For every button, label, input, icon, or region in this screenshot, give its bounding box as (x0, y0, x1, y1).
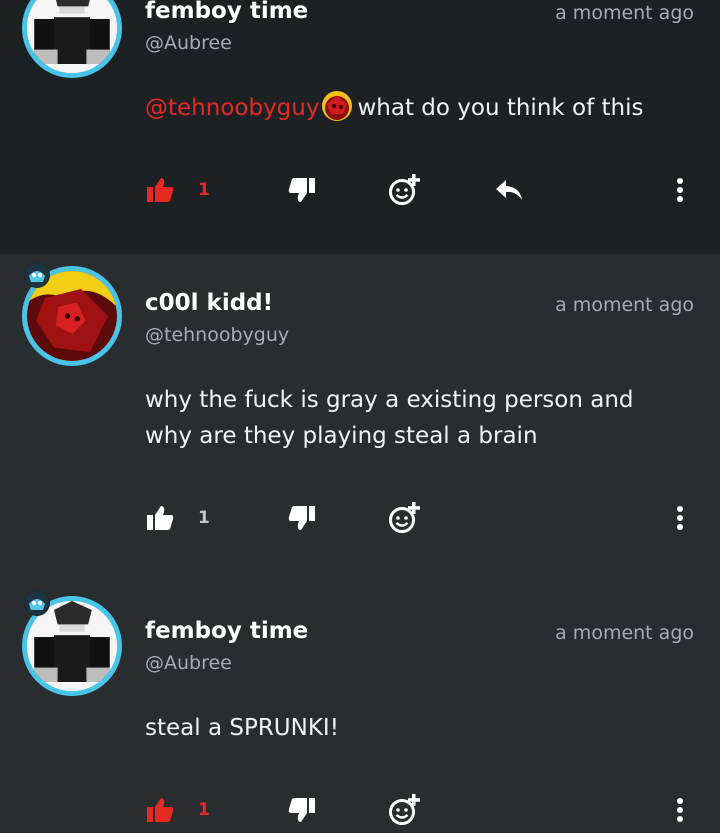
mention-link[interactable]: @tehnoobyguy (145, 95, 319, 121)
comment-time: a moment ago (555, 622, 694, 644)
add-reaction-button[interactable] (388, 498, 422, 538)
comment-actions: 1 (0, 790, 720, 830)
like-count: 1 (198, 800, 210, 820)
like-count: 1 (198, 180, 210, 200)
comment-author[interactable]: femboy time (145, 618, 308, 644)
dislike-button[interactable] (288, 790, 316, 830)
avatar[interactable] (22, 0, 122, 78)
comment-time: a moment ago (555, 2, 694, 24)
more-options-icon (676, 505, 684, 531)
dislike-button[interactable] (288, 170, 316, 210)
more-options-icon (676, 797, 684, 823)
like-button[interactable]: 1 (146, 170, 210, 210)
add-reaction-icon (388, 173, 422, 207)
add-reaction-icon (388, 793, 422, 827)
thumbs-down-icon (288, 797, 316, 823)
comment-thread: femboy time @Aubree a moment ago @tehnoo… (0, 0, 720, 833)
add-reaction-button[interactable] (388, 790, 422, 830)
comment-body: @tehnoobyguy what do you think of this (145, 90, 685, 126)
comment-handle[interactable]: @Aubree (145, 32, 232, 54)
comment-handle[interactable]: @tehnoobyguy (145, 324, 289, 346)
thumbs-up-icon (146, 505, 174, 531)
thumbs-down-icon (288, 177, 316, 203)
more-options-icon (676, 177, 684, 203)
comment-1: femboy time @Aubree a moment ago @tehnoo… (0, 0, 720, 254)
like-count: 1 (198, 508, 210, 528)
thumbs-up-icon (146, 797, 174, 823)
comment-text-line: why are they playing steal a brain (145, 423, 538, 449)
comment-text: what do you think of this (357, 95, 644, 121)
comment-text-line: why the fuck is gray a existing person a… (145, 387, 634, 413)
comment-author[interactable]: femboy time (145, 0, 308, 24)
more-options-button[interactable] (676, 170, 684, 210)
comment-actions: 1 (0, 170, 720, 210)
comment-text: steal a SPRUNKI! (145, 715, 339, 741)
reply-button[interactable] (494, 170, 524, 210)
thumbs-up-icon (146, 177, 174, 203)
thumbs-down-icon (288, 505, 316, 531)
comment-3: femboy time @Aubree a moment ago steal a… (0, 574, 720, 833)
add-reaction-button[interactable] (388, 170, 422, 210)
more-options-button[interactable] (676, 790, 684, 830)
comment-handle[interactable]: @Aubree (145, 652, 232, 674)
user-badge-icon (24, 262, 50, 288)
comment-time: a moment ago (555, 294, 694, 316)
more-options-button[interactable] (676, 498, 684, 538)
comment-2: c00l kidd! @tehnoobyguy a moment ago why… (0, 254, 720, 574)
mention-avatar-icon (321, 90, 353, 122)
comment-body: why the fuck is gray a existing person a… (145, 382, 685, 454)
add-reaction-icon (388, 501, 422, 535)
comment-author[interactable]: c00l kidd! (145, 290, 273, 316)
user-badge-icon (24, 590, 50, 616)
reply-icon (494, 178, 524, 202)
dislike-button[interactable] (288, 498, 316, 538)
comment-body: steal a SPRUNKI! (145, 710, 685, 746)
comment-actions: 1 (0, 498, 720, 538)
like-button[interactable]: 1 (146, 498, 210, 538)
like-button[interactable]: 1 (146, 790, 210, 830)
